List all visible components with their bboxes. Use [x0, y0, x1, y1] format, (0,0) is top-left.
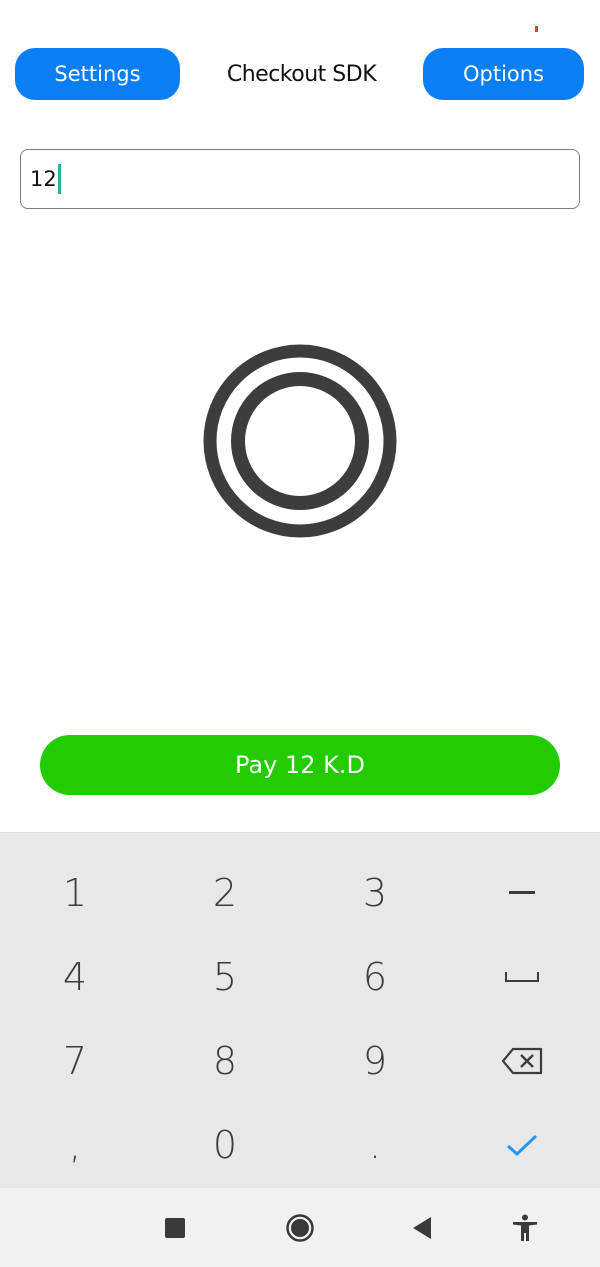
payment-logo-icon [203, 344, 397, 538]
key-7[interactable]: 7 [0, 1019, 150, 1103]
key-0[interactable]: 0 [150, 1103, 300, 1187]
recent-apps-icon[interactable] [155, 1208, 195, 1248]
key-5[interactable]: 5 [150, 935, 300, 1019]
key-6[interactable]: 6 [300, 935, 450, 1019]
key-backspace[interactable] [447, 1019, 597, 1103]
options-button[interactable]: Options [423, 48, 584, 100]
pay-button[interactable]: Pay 12 K.D [40, 735, 560, 795]
key-4[interactable]: 4 [0, 935, 150, 1019]
key-done[interactable] [447, 1103, 597, 1187]
key-period[interactable]: . [300, 1103, 450, 1187]
checkmark-icon [507, 1134, 538, 1157]
page-title: Checkout SDK [226, 61, 377, 87]
key-3[interactable]: 3 [300, 851, 450, 935]
text-cursor [57, 164, 61, 194]
key-8[interactable]: 8 [150, 1019, 300, 1103]
header: Settings Checkout SDK Options [0, 48, 600, 102]
numeric-keyboard: 1 2 3 4 5 6 7 8 9 , 0 . [0, 832, 600, 1188]
amount-input[interactable]: 12 [20, 149, 580, 209]
key-minus[interactable] [447, 851, 597, 935]
minus-icon [509, 891, 535, 894]
home-icon[interactable] [280, 1208, 320, 1248]
settings-button[interactable]: Settings [15, 48, 180, 100]
status-indicator [535, 26, 538, 32]
space-icon [505, 972, 539, 982]
amount-value: 12 [30, 167, 57, 191]
key-comma[interactable]: , [0, 1103, 150, 1187]
key-space[interactable] [447, 935, 597, 1019]
accessibility-icon[interactable] [505, 1208, 545, 1248]
key-1[interactable]: 1 [0, 851, 150, 935]
system-navbar [0, 1188, 600, 1267]
key-9[interactable]: 9 [300, 1019, 450, 1103]
backspace-icon [501, 1047, 543, 1075]
back-icon[interactable] [402, 1208, 442, 1248]
key-2[interactable]: 2 [150, 851, 300, 935]
